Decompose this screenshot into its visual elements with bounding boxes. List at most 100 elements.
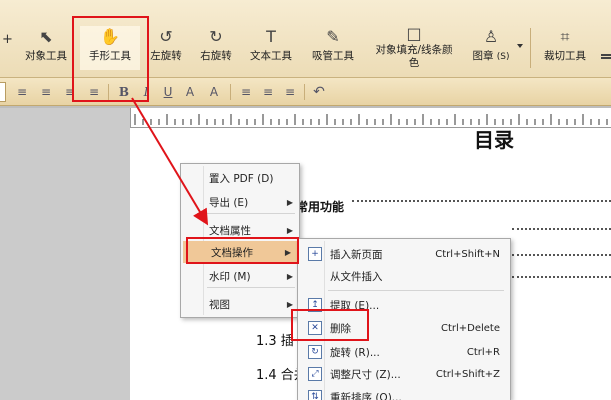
align-right-icon[interactable]: ≡	[62, 83, 78, 101]
horizontal-ruler	[130, 108, 611, 128]
text-icon: T	[266, 27, 276, 46]
stamp-shortcut: (S)	[496, 52, 510, 62]
menu-separator	[328, 290, 504, 291]
stamp-button[interactable]: ♙ 图章 (S)	[468, 26, 514, 70]
toolbar-overflow-icon[interactable]	[601, 54, 611, 59]
context-menu-item[interactable]: 视图 ▶	[181, 293, 299, 315]
menu-separator	[207, 287, 295, 288]
context-menu-item[interactable]: 置入 PDF (D)	[181, 167, 299, 189]
submenu-item[interactable]: + 插入新页面 Ctrl+Shift+N	[298, 243, 510, 265]
crop-tool-label: 裁切工具	[544, 50, 586, 62]
document-heading: 常用功能	[296, 200, 345, 214]
fill-color-icon: □	[406, 24, 422, 43]
rotate-left-label: 左旋转	[150, 50, 182, 62]
submenu-item-label: 重新排序 (O)...	[330, 391, 402, 400]
submenu-item-label: 删除	[330, 322, 351, 335]
bold-icon[interactable]: B	[116, 83, 132, 101]
toc-line-1-3: 1.3 插	[256, 334, 294, 349]
submenu-item-label: 调整尺寸 (Z)...	[330, 368, 401, 381]
crop-tool-button[interactable]: ⌗ 裁切工具	[540, 26, 590, 70]
eyedropper-tool-label: 吸管工具	[312, 50, 354, 62]
stamp-icon: ♙	[483, 27, 499, 46]
submenu-item-shortcut: Ctrl+Delete	[440, 322, 500, 334]
submenu-item-shortcut: Ctrl+R	[466, 346, 500, 358]
submenu-item-shortcut: Ctrl+Shift+N	[435, 248, 500, 260]
stamp-dropdown-icon[interactable]	[517, 44, 523, 48]
format-separator	[230, 84, 231, 100]
toolbar-edge-plus[interactable]: +	[2, 32, 13, 47]
list-numbers-icon[interactable]: ≡	[260, 83, 276, 101]
font-size-box[interactable]	[0, 82, 6, 102]
object-tool-label: 对象工具	[25, 50, 67, 62]
context-menu-item-label: 水印 (M)	[209, 270, 251, 283]
submenu-item-shortcut: Ctrl+Shift+Z	[435, 368, 500, 380]
rotate-left-button[interactable]: ↺ 左旋转	[146, 26, 186, 70]
context-menu-item-label: 文档属性	[209, 224, 251, 237]
menu-separator	[207, 213, 295, 214]
object-tool-button[interactable]: ⬉ 对象工具	[22, 26, 70, 70]
rotate-right-button[interactable]: ↻ 右旋转	[196, 26, 236, 70]
align-center-icon[interactable]: ≡	[38, 83, 54, 101]
context-menu-item[interactable]: 文档操作 ▶	[183, 241, 297, 263]
align-justify-icon[interactable]: ≡	[86, 83, 102, 101]
submenu-arrow-icon: ▶	[286, 271, 293, 281]
context-menu-item-label: 置入 PDF (D)	[209, 172, 274, 185]
fill-color-button[interactable]: □ 对象填充/线条颜 色	[368, 26, 460, 70]
eyedropper-icon: ✎	[326, 27, 340, 46]
arrow-cursor-icon: ⬉	[39, 27, 53, 46]
ruler-ticks	[134, 114, 608, 125]
insert-page-icon: +	[308, 247, 322, 261]
toolbar-separator	[530, 28, 531, 68]
submenu-arrow-icon: ▶	[286, 299, 293, 309]
document-title: 目录	[474, 128, 514, 152]
submenu-arrow-icon: ▶	[286, 225, 293, 235]
rotate-page-icon: ↻	[308, 345, 322, 359]
submenu-item[interactable]: ↥ 提取 (E)...	[298, 294, 510, 316]
context-menu-item-label: 导出 (E)	[209, 196, 249, 209]
format-separator	[108, 84, 109, 100]
context-menu-item-label: 文档操作	[211, 246, 253, 259]
submenu-item-label: 提取 (E)...	[330, 299, 380, 312]
format-toolbar: ≡ ≡ ≡ ≡ B I U A A ≡ ≡ ≡ ↶	[0, 78, 611, 106]
submenu-item[interactable]: ⇅ 重新排序 (O)...	[298, 386, 510, 400]
submenu-item[interactable]: ⤢ 调整尺寸 (Z)... Ctrl+Shift+Z	[298, 363, 510, 385]
rotate-right-icon: ↻	[209, 27, 223, 46]
context-menu-item[interactable]: 水印 (M) ▶	[181, 265, 299, 287]
submenu-item[interactable]: ↻ 旋转 (R)... Ctrl+R	[298, 341, 510, 363]
submenu-item-label: 插入新页面	[330, 248, 383, 261]
list-bullets-icon[interactable]: ≡	[238, 83, 254, 101]
toc-leader	[512, 228, 611, 230]
hand-tool-label: 手形工具	[89, 50, 131, 62]
delete-page-icon: ✕	[308, 321, 322, 335]
italic-icon[interactable]: I	[138, 83, 154, 101]
fill-color-label-line2: 色	[408, 57, 420, 69]
submenu-item-label: 从文件插入	[330, 270, 383, 283]
context-menu: 置入 PDF (D) 导出 (E) ▶ 文档属性 ▶ 文档操作 ▶ 水印 (M) ▶ 视图 ▶	[180, 163, 300, 318]
fill-color-label: 对象填充/线条颜	[375, 44, 453, 56]
superscript-icon[interactable]: A	[182, 83, 198, 101]
crop-icon: ⌗	[560, 27, 570, 46]
submenu-item[interactable]: ✕ 删除 Ctrl+Delete	[298, 317, 510, 339]
toc-leader	[512, 254, 611, 256]
context-menu-item[interactable]: 文档属性 ▶	[181, 219, 299, 241]
format-separator	[304, 84, 305, 100]
submenu-arrow-icon: ▶	[286, 197, 293, 207]
align-left-icon[interactable]: ≡	[14, 83, 30, 101]
subscript-icon[interactable]: A	[206, 83, 222, 101]
submenu-item[interactable]: 从文件插入	[298, 265, 510, 287]
toc-leader	[352, 200, 611, 202]
context-menu-item-label: 视图	[209, 298, 230, 311]
hand-tool-button[interactable]: ✋ 手形工具	[80, 26, 140, 70]
underline-icon[interactable]: U	[160, 83, 176, 101]
document-operations-submenu: + 插入新页面 Ctrl+Shift+N 从文件插入 ↥ 提取 (E)... ✕ 删除 Ctrl…	[297, 238, 511, 400]
eyedropper-tool-button[interactable]: ✎ 吸管工具	[308, 26, 358, 70]
text-tool-button[interactable]: T 文本工具	[246, 26, 296, 70]
text-tool-label: 文本工具	[250, 50, 292, 62]
undo-icon[interactable]: ↶	[310, 83, 328, 101]
indent-icon[interactable]: ≡	[282, 83, 298, 101]
toc-leader	[512, 276, 611, 278]
main-toolbar: + ⬉ 对象工具 ✋ 手形工具 ↺ 左旋转 ↻ 右旋转 T 文本工具 ✎ 吸管工…	[0, 0, 611, 78]
submenu-item-label: 旋转 (R)...	[330, 346, 380, 359]
rotate-right-label: 右旋转	[200, 50, 232, 62]
context-menu-item[interactable]: 导出 (E) ▶	[181, 191, 299, 213]
